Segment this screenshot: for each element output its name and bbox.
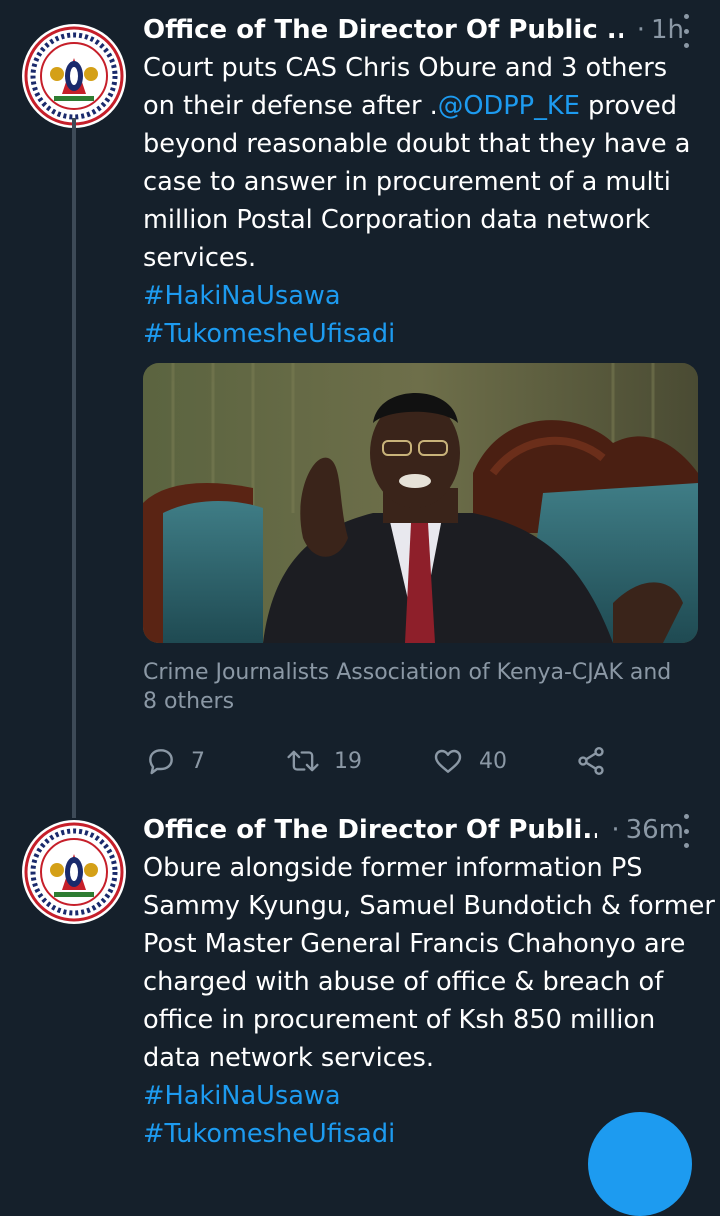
retweet-button[interactable]: 19 — [286, 738, 362, 784]
retweet-count: 19 — [334, 748, 362, 774]
hashtag-link[interactable]: #HakiNaUsawa — [143, 277, 703, 315]
tweet-text-line: Court puts CAS Chris Obure and 3 others — [143, 53, 668, 83]
avatar[interactable] — [22, 24, 126, 128]
separator-dot: · — [611, 815, 620, 845]
reply-count: 7 — [191, 748, 205, 774]
like-count: 40 — [479, 748, 507, 774]
tweet-text-line: Obure alongside former information PS — [143, 853, 643, 883]
tweet-text-line: case to answer in procurement of a multi — [143, 167, 671, 197]
tweet-text: Obure alongside former information PS Sa… — [143, 849, 715, 1153]
more-options-icon[interactable] — [678, 14, 694, 48]
tweet-text-line: million Postal Corporation data network — [143, 205, 650, 235]
tweet-text-line: office in procurement of Ksh 850 million — [143, 1005, 656, 1035]
odpp-seal-icon — [24, 822, 124, 922]
more-options-icon[interactable] — [678, 814, 694, 848]
tweet[interactable]: Office of The Director Of Public ... · 1… — [0, 0, 720, 818]
tweet-text-line: data network services. — [143, 1043, 435, 1073]
separator-dot: · — [636, 15, 645, 45]
mention-link[interactable]: @ODPP_KE — [438, 91, 580, 121]
photo-image — [143, 363, 698, 643]
compose-tweet-button[interactable] — [588, 1112, 692, 1216]
share-icon — [578, 747, 604, 775]
author-name[interactable]: Office of The Director Of Public ... — [143, 15, 623, 45]
tweet-text-line: on their defense after .@ODPP_KE proved — [143, 91, 678, 121]
tweet-header: Office of The Director Of Public ... · 1… — [143, 10, 684, 50]
tweet-text-line: Sammy Kyungu, Samuel Bundotich & former — [143, 891, 715, 921]
tweet-text-line: services. — [143, 243, 257, 273]
heart-icon — [434, 749, 462, 773]
tweet-text-line: beyond reasonable doubt that they have a — [143, 129, 691, 159]
reply-icon — [149, 749, 173, 775]
tagged-users[interactable]: Crime Journalists Association of Kenya-C… — [143, 658, 703, 716]
tweet-text-line: Post Master General Francis Chahonyo are — [143, 929, 686, 959]
hashtag-link[interactable]: #TukomesheUfisadi — [143, 315, 703, 353]
tweet-text-line: charged with abuse of office & breach of — [143, 967, 664, 997]
tweet-header: Office of The Director Of Publi... · 36m — [143, 810, 684, 850]
thread-line — [72, 118, 76, 818]
retweet-icon — [287, 750, 319, 772]
hashtag-link[interactable]: #HakiNaUsawa — [143, 1077, 703, 1115]
tweet-text: Court puts CAS Chris Obure and 3 others … — [143, 49, 703, 353]
tweet-actions: 7 19 40 — [143, 738, 703, 784]
like-button[interactable]: 40 — [431, 738, 507, 784]
share-button[interactable] — [575, 738, 607, 784]
tweet-photo[interactable] — [143, 363, 698, 643]
tweet[interactable]: Office of The Director Of Publi... · 36m… — [0, 800, 720, 1149]
timestamp[interactable]: 36m — [626, 815, 684, 845]
author-name[interactable]: Office of The Director Of Publi... — [143, 815, 597, 845]
avatar[interactable] — [22, 820, 126, 924]
odpp-seal-icon — [24, 26, 124, 126]
reply-button[interactable]: 7 — [145, 738, 205, 784]
